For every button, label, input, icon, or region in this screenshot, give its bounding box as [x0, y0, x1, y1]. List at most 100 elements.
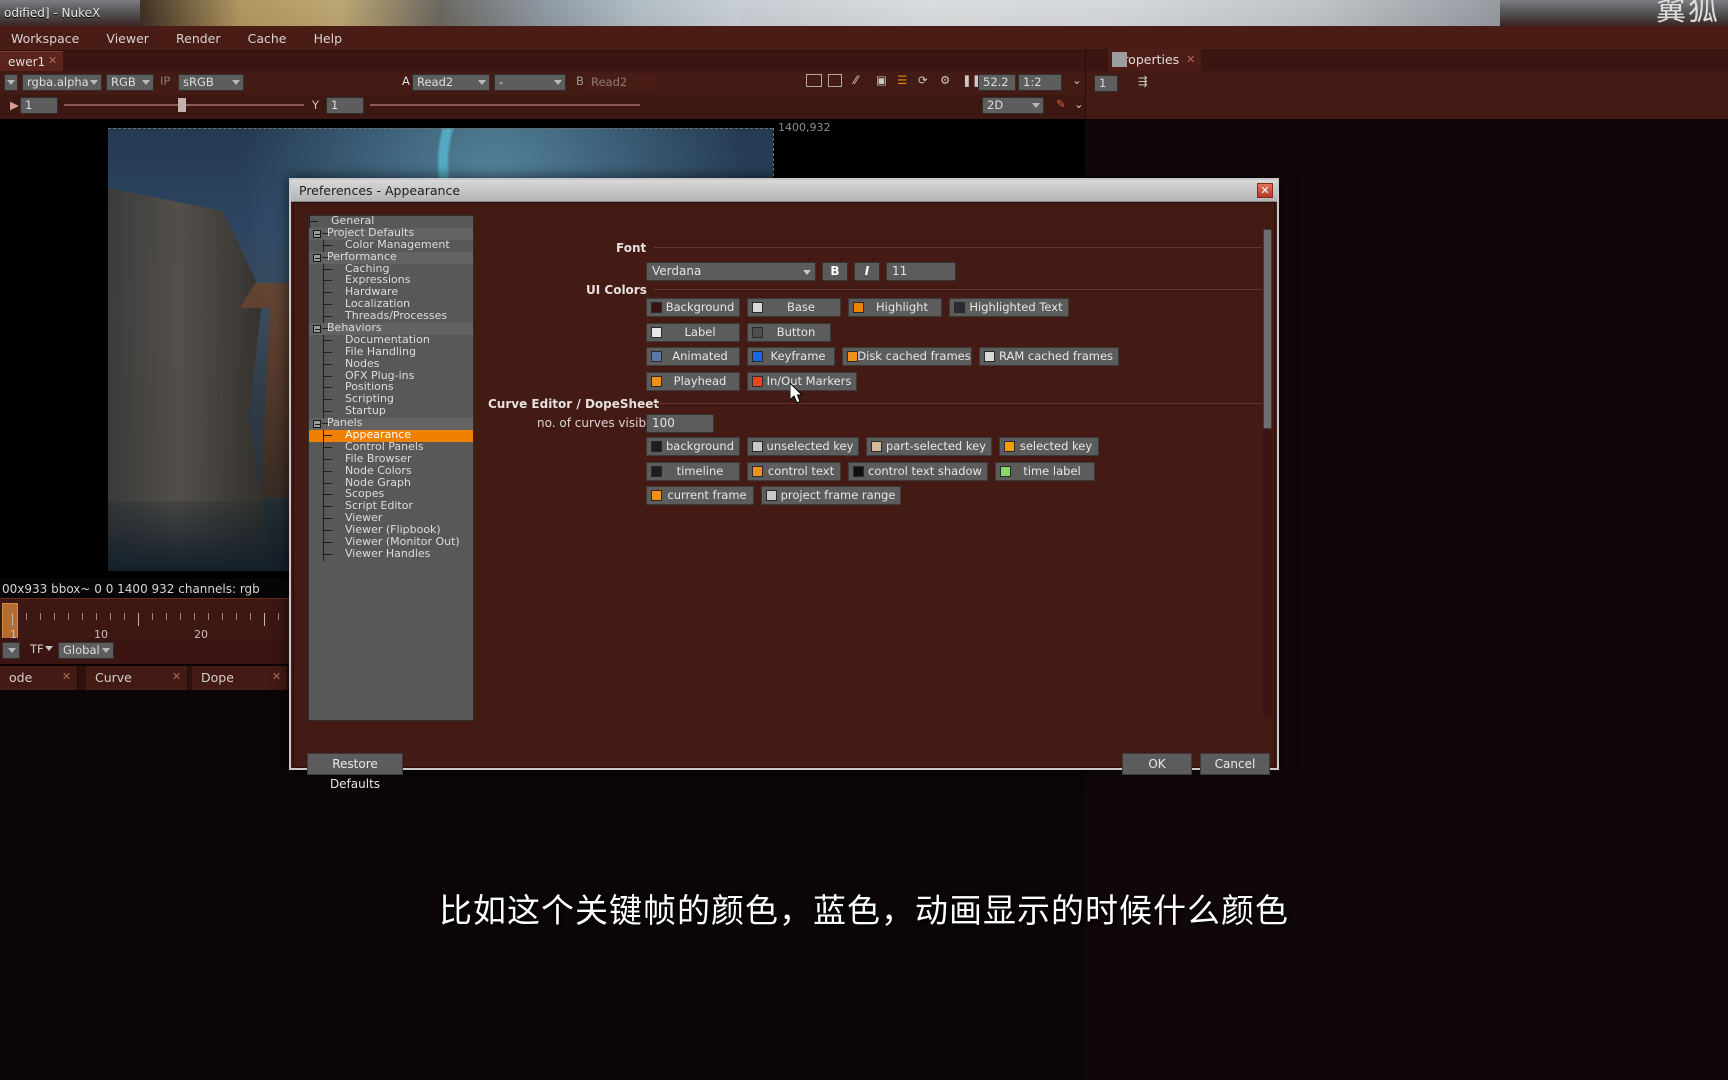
tree-guide	[323, 263, 324, 276]
menu-cache[interactable]: Cache	[237, 26, 298, 51]
expander-icon[interactable]	[313, 253, 321, 262]
layer-dropdown[interactable]: RGB	[106, 74, 154, 91]
tree-item-node-graph[interactable]: Node Graph	[309, 476, 473, 490]
colorspace-dropdown[interactable]: sRGB	[178, 74, 244, 91]
dialog-titlebar[interactable]: Preferences - Appearance ✕	[291, 180, 1277, 202]
tab-node-graph[interactable]: ode Graph ✕	[0, 666, 78, 709]
tree-item-label: File Handling	[345, 344, 416, 358]
restore-defaults-button[interactable]: Restore Defaults	[307, 753, 403, 791]
tree-item-file-handling[interactable]: File Handling	[309, 344, 473, 359]
frame-x-field[interactable]: 1	[20, 97, 58, 114]
ui-keyframe-swatch[interactable]: Keyframe	[747, 347, 835, 366]
roi-icon[interactable]: ▣	[872, 73, 891, 90]
ce-time-label-swatch[interactable]: time label	[995, 461, 1095, 481]
viewer-fit-icon[interactable]	[828, 74, 842, 87]
tree-item-viewer-handles[interactable]: Viewer Handles	[309, 548, 473, 561]
color-chip-icon	[871, 441, 882, 452]
font-size-field[interactable]: 11	[886, 262, 956, 281]
list-icon[interactable]: ☰	[893, 73, 911, 90]
properties-clear-icon[interactable]: ⇶	[1134, 74, 1152, 91]
ui-highlight-swatch[interactable]: Highlight	[848, 298, 942, 317]
tab-curve-editor[interactable]: Curve Editor ✕	[86, 666, 188, 709]
view-mode-dropdown[interactable]: 2D	[982, 97, 1044, 114]
ui-highlighted-text-swatch[interactable]: Highlighted Text	[949, 298, 1069, 317]
dialog-scrollbar-thumb[interactable]	[1263, 229, 1272, 429]
color-chip-icon	[752, 302, 763, 313]
preferences-dialog[interactable]: Preferences - Appearance ✕ General Projec…	[289, 178, 1279, 791]
expander-icon[interactable]	[313, 325, 321, 334]
ce-timeline-swatch[interactable]: timeline	[646, 461, 740, 481]
ui-background-swatch[interactable]: Background	[646, 298, 740, 317]
curves-visible-field[interactable]: 100	[646, 414, 714, 433]
chevron-down-icon[interactable]: ⌄	[1070, 97, 1088, 114]
ui-base-swatch[interactable]: Base	[747, 298, 841, 317]
close-icon[interactable]: ✕	[1257, 183, 1273, 198]
input-a-dropdown[interactable]: Read2	[412, 74, 490, 91]
ce-unselected-key-swatch[interactable]: unselected key	[747, 437, 859, 456]
font-family-dropdown[interactable]: Verdana	[646, 262, 816, 281]
tab-viewer1[interactable]: ewer1 ✕	[0, 51, 64, 71]
menu-viewer[interactable]: Viewer	[95, 26, 160, 51]
frame-y-slider[interactable]	[370, 104, 640, 106]
global-dropdown[interactable]: Global	[58, 642, 114, 659]
ui-playhead-swatch[interactable]: Playhead	[646, 371, 740, 391]
wipe-icon[interactable]: ⁄⁄	[850, 73, 862, 90]
ce-current-frame-swatch[interactable]: current frame	[646, 486, 754, 505]
viewer-monitor-icon[interactable]	[806, 74, 822, 87]
timeline-menu-button[interactable]	[2, 642, 20, 659]
viewer-toolbar-row1: rgba.alpha RGB IP sRGB A Read2 - B Read2…	[0, 71, 1085, 95]
ce-control-text-swatch[interactable]: control text	[747, 461, 841, 481]
ui-button-swatch[interactable]: Button	[747, 322, 831, 342]
tree-item-performance[interactable]: Performance	[309, 249, 473, 264]
close-icon[interactable]: ✕	[61, 671, 72, 682]
tree-guide	[323, 525, 324, 538]
frame-y-field[interactable]: 1	[326, 97, 364, 114]
tab-properties[interactable]: Properties ✕	[1108, 49, 1202, 71]
pen-icon[interactable]: ✎	[1052, 97, 1070, 114]
refresh-icon[interactable]: ⟳	[914, 73, 932, 90]
ui-ram-cached-frames-swatch[interactable]: RAM cached frames	[979, 347, 1119, 366]
gear-icon[interactable]: ⚙	[936, 73, 954, 90]
dialog-scrollbar[interactable]	[1263, 229, 1272, 717]
channels-dropdown[interactable]: rgba.alpha	[22, 74, 102, 91]
tree-item-scripting[interactable]: Scripting	[309, 393, 473, 407]
tree-item-script-editor[interactable]: Script Editor	[309, 500, 473, 514]
frame-y-value: 1	[331, 98, 339, 112]
font-bold-button[interactable]: B	[822, 262, 848, 281]
close-icon[interactable]: ✕	[271, 671, 282, 682]
frame-x-slider-handle[interactable]	[178, 98, 186, 112]
ui-label-swatch[interactable]: Label	[646, 322, 740, 342]
tree-elbow	[324, 399, 332, 401]
ce-project-frame-range-swatch[interactable]: project frame range	[761, 486, 901, 505]
close-icon[interactable]: ✕	[171, 671, 182, 682]
ui-disk-cached-frames-swatch[interactable]: Disk cached frames	[842, 347, 972, 366]
tab-dope-sheet[interactable]: Dope Sheet ✕	[192, 666, 288, 709]
tree-item-label: Performance	[327, 249, 397, 263]
ce-control-text-shadow-swatch[interactable]: control text shadow	[848, 461, 988, 481]
preferences-tree[interactable]: General Project Defaults Color Management P…	[308, 215, 474, 721]
ui-animated-swatch[interactable]: Animated	[646, 347, 740, 366]
menu-help[interactable]: Help	[303, 26, 354, 51]
close-icon[interactable]: ✕	[47, 55, 58, 66]
proxy-dropdown[interactable]: 1:2	[1018, 74, 1062, 91]
menu-workspace[interactable]: Workspace	[0, 26, 90, 51]
tree-item-label: Project Defaults	[327, 225, 415, 239]
tf-dropdown[interactable]: TF	[26, 642, 60, 659]
chevron-down-icon[interactable]: ⌄	[1068, 73, 1086, 90]
ce-selected-key-swatch[interactable]: selected key	[999, 437, 1099, 456]
ip-toggle-button[interactable]: IP	[156, 74, 174, 91]
ok-button[interactable]: OK	[1122, 753, 1192, 775]
ce-background-swatch[interactable]: background	[646, 437, 740, 456]
menu-render[interactable]: Render	[165, 26, 232, 51]
font-italic-button[interactable]: I	[854, 262, 880, 281]
blend-dropdown[interactable]: -	[494, 74, 566, 91]
ce-part-selected-key-swatch[interactable]: part-selected key	[866, 437, 992, 456]
zoom-dropdown[interactable]: 52.2	[978, 74, 1016, 91]
props-index-field[interactable]: 1	[1094, 75, 1118, 92]
expander-icon[interactable]	[313, 420, 321, 429]
input-b-dropdown[interactable]: Read2	[586, 74, 656, 91]
cancel-button[interactable]: Cancel	[1200, 753, 1270, 775]
expander-icon[interactable]	[313, 229, 321, 238]
channel-menu-button[interactable]	[4, 74, 18, 91]
close-icon[interactable]: ✕	[1185, 54, 1196, 65]
